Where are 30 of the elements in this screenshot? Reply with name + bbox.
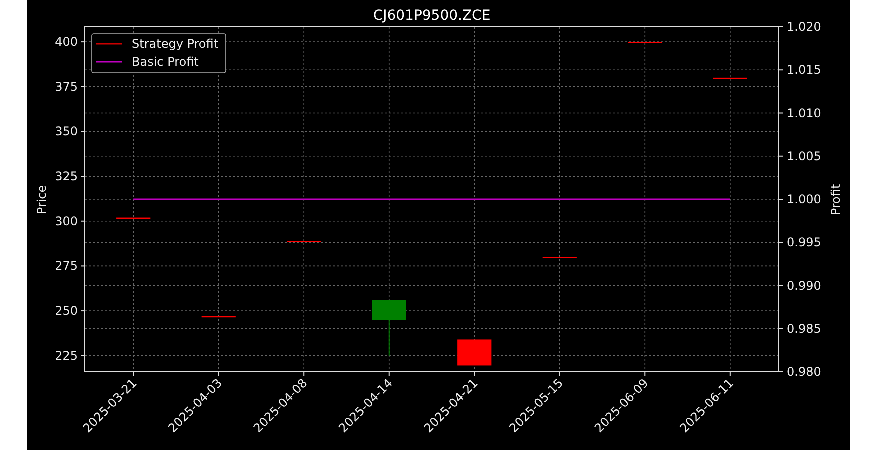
y-tick-label: 1.005 — [787, 149, 822, 164]
y-tick-label: 0.985 — [787, 322, 822, 336]
legend-label: Basic Profit — [132, 55, 199, 69]
y-tick-label: 225 — [55, 348, 78, 363]
candlestick — [628, 42, 662, 44]
y-axis-label: Price — [35, 185, 49, 215]
candlestick — [202, 316, 236, 318]
y-tick-label: 300 — [55, 214, 78, 228]
candlestick — [116, 218, 151, 219]
y-tick-label: 250 — [55, 304, 78, 318]
legend-label: Strategy Profit — [132, 37, 219, 51]
y-tick-label: 0.990 — [787, 278, 822, 293]
y-tick-label: 325 — [55, 170, 78, 184]
y-tick-label: 1.000 — [787, 192, 822, 206]
candlestick — [287, 241, 322, 242]
candlestick — [458, 340, 492, 366]
candlestick — [713, 78, 748, 80]
y-tick-label: 0.995 — [787, 236, 822, 250]
y-tick-label: 1.010 — [787, 106, 822, 120]
y-tick-label: 400 — [55, 35, 78, 50]
chart-title: CJ601P9500.ZCE — [373, 8, 491, 24]
y-tick-label: 350 — [55, 124, 78, 139]
candlestick — [372, 300, 406, 356]
candlestick — [542, 257, 577, 258]
y-tick-label: 0.980 — [787, 365, 822, 379]
y-tick-label: 1.015 — [787, 63, 822, 78]
y-tick-label: 1.020 — [787, 20, 822, 34]
y-tick-label: 275 — [55, 259, 78, 274]
y-tick-label: 375 — [55, 80, 78, 94]
y-axis-label: Profit — [829, 184, 843, 216]
